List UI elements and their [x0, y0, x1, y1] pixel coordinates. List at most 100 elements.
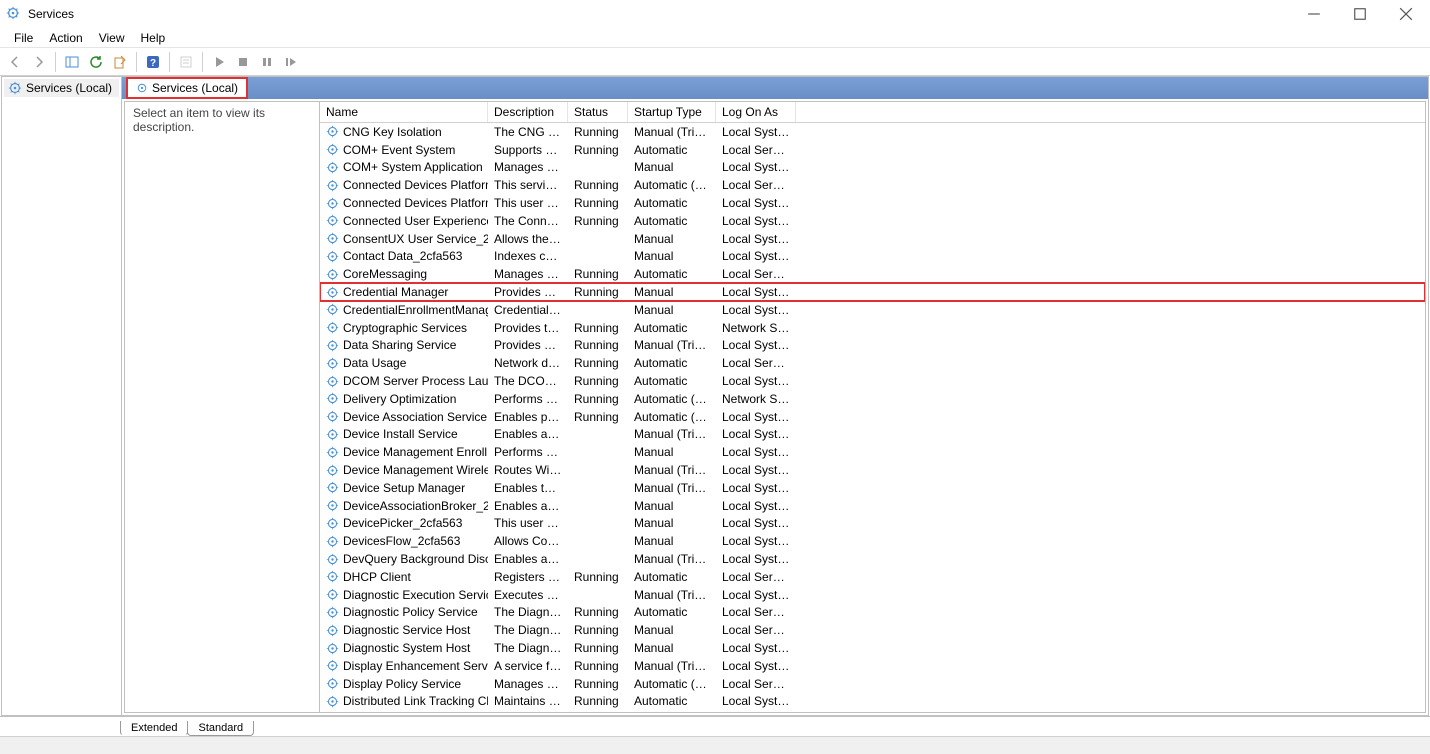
toolbar-divider — [169, 52, 170, 72]
tab-label: Services (Local) — [152, 81, 238, 95]
gear-icon — [326, 143, 339, 156]
service-row[interactable]: DevQuery Background Disc...Enables app..… — [320, 550, 1425, 568]
gear-icon — [326, 499, 339, 512]
close-button[interactable] — [1398, 6, 1414, 22]
service-startup-cell: Manual — [628, 516, 716, 530]
service-row[interactable]: COM+ System ApplicationManages th...Manu… — [320, 159, 1425, 177]
restart-service-button[interactable] — [280, 51, 302, 73]
service-row[interactable]: DevicesFlow_2cfa563Allows Conn...ManualL… — [320, 532, 1425, 550]
service-row[interactable]: Display Enhancement ServiceA service for… — [320, 657, 1425, 675]
column-header-startup-type[interactable]: Startup Type — [628, 102, 716, 122]
service-logon-cell: Local Service — [716, 623, 796, 637]
service-row[interactable]: Device Management Enroll...Performs De..… — [320, 443, 1425, 461]
service-description-cell: Network dat... — [488, 356, 568, 370]
service-row[interactable]: Diagnostic Policy ServiceThe Diagnos...R… — [320, 604, 1425, 622]
service-status-cell: Running — [568, 410, 628, 424]
service-row[interactable]: Delivery OptimizationPerforms co...Runni… — [320, 390, 1425, 408]
service-startup-cell: Manual (Trigg... — [628, 588, 716, 602]
service-startup-cell: Automatic (De... — [628, 677, 716, 691]
details-pane: Services (Local) Select an item to view … — [122, 77, 1428, 715]
service-row[interactable]: DevicePicker_2cfa563This user ser...Manu… — [320, 515, 1425, 533]
service-row[interactable]: CredentialEnrollmentManag...Credential E… — [320, 301, 1425, 319]
pause-service-button[interactable] — [256, 51, 278, 73]
tree-node-label: Services (Local) — [26, 81, 112, 95]
stop-service-button[interactable] — [232, 51, 254, 73]
service-logon-cell: Local Service — [716, 356, 796, 370]
gear-icon — [326, 446, 339, 459]
menu-help[interactable]: Help — [133, 29, 174, 47]
service-status-cell: Running — [568, 392, 628, 406]
service-row[interactable]: Display Policy ServiceManages th...Runni… — [320, 675, 1425, 693]
service-row[interactable]: Device Management Wireles...Routes Wirel… — [320, 461, 1425, 479]
service-row[interactable]: Connected User Experiences ...The Connec… — [320, 212, 1425, 230]
service-row[interactable]: Device Install ServiceEnables a co...Man… — [320, 426, 1425, 444]
service-row[interactable]: CNG Key IsolationThe CNG ke...RunningMan… — [320, 123, 1425, 141]
service-row[interactable]: Connected Devices Platform ...This user … — [320, 194, 1425, 212]
service-startup-cell: Manual — [628, 534, 716, 548]
service-name: Device Install Service — [343, 427, 458, 441]
service-row[interactable]: DCOM Server Process Launc...The DCOML...… — [320, 372, 1425, 390]
gear-icon — [326, 125, 339, 138]
service-name: DevQuery Background Disc... — [343, 552, 488, 566]
menu-action[interactable]: Action — [41, 29, 90, 47]
service-row[interactable]: COM+ Event SystemSupports Sy...RunningAu… — [320, 141, 1425, 159]
service-description-cell: Enables pairi... — [488, 410, 568, 424]
service-row[interactable]: Diagnostic Execution ServiceExecutes dia… — [320, 586, 1425, 604]
maximize-button[interactable] — [1352, 6, 1368, 22]
column-header-status[interactable]: Status — [568, 102, 628, 122]
minimize-button[interactable] — [1306, 6, 1322, 22]
show-hide-tree-button[interactable] — [61, 51, 83, 73]
service-row[interactable]: Data Sharing ServiceProvides dat...Runni… — [320, 337, 1425, 355]
service-description-cell: Credential E... — [488, 303, 568, 317]
service-row[interactable]: Credential ManagerProvides sec...Running… — [320, 283, 1425, 301]
tab-services-local[interactable]: Services (Local) — [126, 77, 248, 99]
gear-icon — [326, 179, 339, 192]
service-name-cell: COM+ Event System — [320, 143, 488, 157]
service-row[interactable]: Data UsageNetwork dat...RunningAutomatic… — [320, 354, 1425, 372]
service-logon-cell: Local Service — [716, 677, 796, 691]
tree-node-services-local[interactable]: Services (Local) — [4, 79, 119, 97]
column-header-name[interactable]: Name — [320, 102, 488, 122]
service-row[interactable]: DeviceAssociationBroker_2cf...Enables ap… — [320, 497, 1425, 515]
service-logon-cell: Local System — [716, 516, 796, 530]
service-row[interactable]: ConsentUX User Service_2cf...Allows the … — [320, 230, 1425, 248]
service-row[interactable]: Contact Data_2cfa563Indexes cont...Manua… — [320, 248, 1425, 266]
tab-extended[interactable]: Extended — [120, 721, 188, 736]
service-row[interactable]: Distributed Link Tracking Cli...Maintain… — [320, 693, 1425, 711]
service-row[interactable]: Diagnostic Service HostThe Diagnos...Run… — [320, 621, 1425, 639]
menu-file[interactable]: File — [6, 29, 41, 47]
service-row[interactable]: CoreMessagingManages co...RunningAutomat… — [320, 265, 1425, 283]
gear-icon — [326, 303, 339, 316]
service-row[interactable]: Diagnostic System HostThe Diagnos...Runn… — [320, 639, 1425, 657]
service-row[interactable]: Distributed Transaction Coor...Coordinat… — [320, 710, 1425, 712]
service-logon-cell: Local System — [716, 463, 796, 477]
service-name-cell: Device Association Service — [320, 410, 488, 424]
back-button[interactable] — [4, 51, 26, 73]
menu-view[interactable]: View — [91, 29, 133, 47]
service-row[interactable]: Connected Devices Platform ...This servi… — [320, 176, 1425, 194]
service-description-cell: This user ser... — [488, 196, 568, 210]
service-name-cell: Cryptographic Services — [320, 321, 488, 335]
service-name: DCOM Server Process Launc... — [343, 374, 488, 388]
service-startup-cell: Automatic — [628, 374, 716, 388]
service-name-cell: COM+ System Application — [320, 160, 488, 174]
properties-button[interactable] — [175, 51, 197, 73]
service-row[interactable]: DHCP ClientRegisters an...RunningAutomat… — [320, 568, 1425, 586]
services-list[interactable]: Name Description Status Startup Type Log… — [320, 102, 1425, 712]
refresh-button[interactable] — [85, 51, 107, 73]
forward-button[interactable] — [28, 51, 50, 73]
service-logon-cell: Local System — [716, 552, 796, 566]
column-header-description[interactable]: Description — [488, 102, 568, 122]
column-header-log-on-as[interactable]: Log On As — [716, 102, 796, 122]
help-button[interactable]: ? — [142, 51, 164, 73]
service-row[interactable]: Cryptographic ServicesProvides thr...Run… — [320, 319, 1425, 337]
export-button[interactable] — [109, 51, 131, 73]
gear-icon — [326, 606, 339, 619]
gear-icon — [326, 677, 339, 690]
start-service-button[interactable] — [208, 51, 230, 73]
service-description-cell: This user ser... — [488, 516, 568, 530]
tab-standard[interactable]: Standard — [187, 721, 254, 736]
service-startup-cell: Automatic — [628, 605, 716, 619]
service-row[interactable]: Device Association ServiceEnables pairi.… — [320, 408, 1425, 426]
service-row[interactable]: Device Setup ManagerEnables the ...Manua… — [320, 479, 1425, 497]
